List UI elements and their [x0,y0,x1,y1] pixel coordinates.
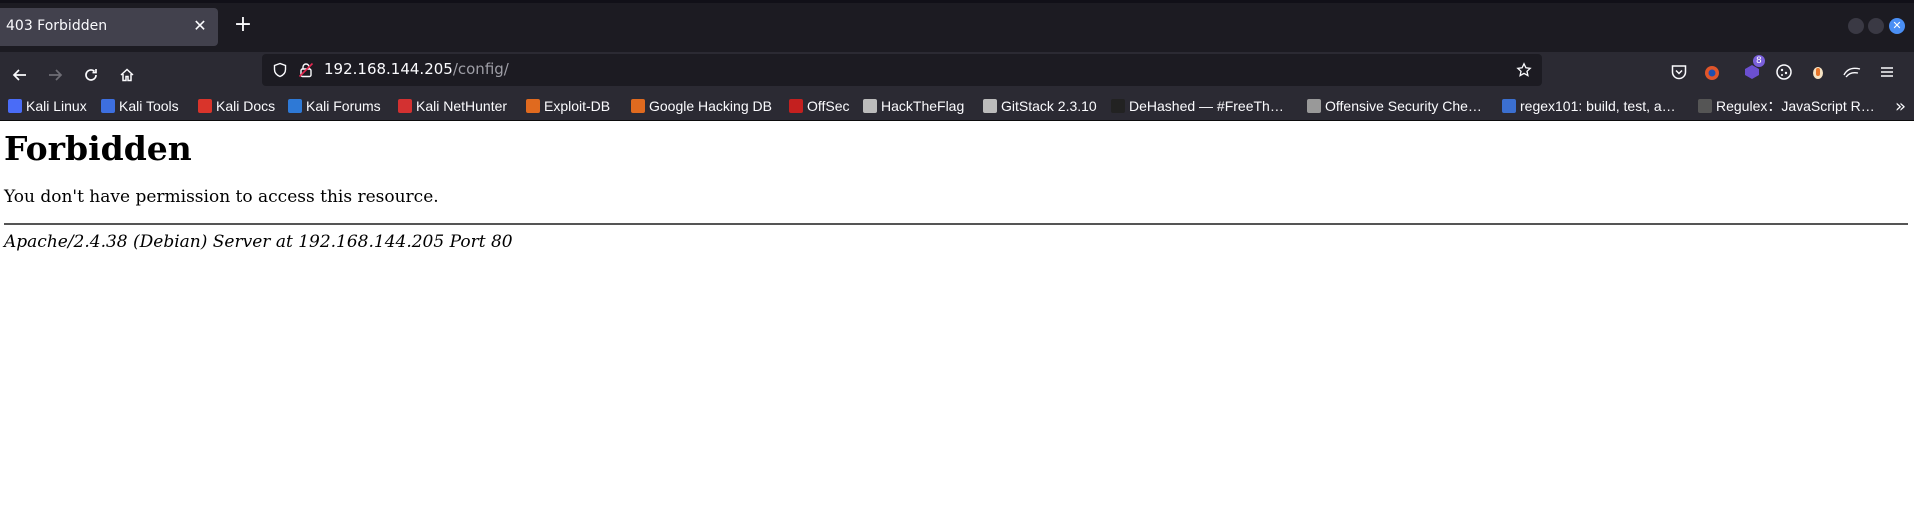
bookmark-dehashed[interactable]: DeHashed — #FreeTh… [1111,96,1284,116]
extension-badge: 8 [1753,55,1765,67]
bookmark-label: Exploit-DB [544,98,611,114]
dehashed-hash-icon [1111,99,1125,113]
kali-tools-icon [101,99,115,113]
foxyproxy-extension-icon[interactable] [1701,61,1723,83]
bookmark-google-hacking-db[interactable]: Google Hacking DB [631,96,772,116]
pocket-icon[interactable] [1668,61,1690,83]
bookmark-label: Regulex：JavaScript R… [1716,98,1875,114]
menu-hamburger-icon[interactable] [1876,61,1898,83]
bookmark-offsec[interactable]: OffSec [789,96,850,116]
home-button[interactable] [113,61,141,89]
globe-icon [983,99,997,113]
exploit-db-icon [526,99,540,113]
bookmark-label: Kali Tools [119,98,179,114]
bookmark-gitstack[interactable]: GitStack 2.3.10 [983,96,1097,116]
server-signature: Apache/2.4.38 (Debian) Server at 192.168… [4,232,513,252]
horizontal-rule [4,223,1908,225]
forward-arrow-icon [49,69,63,81]
bookmark-label: Kali NetHunter [416,98,508,114]
page-heading: Forbidden [4,129,192,168]
bookmark-label: OffSec [807,98,850,114]
bookmark-label: Kali Forums [306,98,381,114]
bookmark-kali-docs[interactable]: Kali Docs [198,96,275,116]
url-path: /config/ [452,60,509,78]
kali-nethunter-icon [398,99,412,113]
insecure-lock-icon[interactable] [296,60,316,80]
bookmark-exploit-db[interactable]: Exploit-DB [526,96,610,116]
regulex-icon [1698,99,1712,113]
bookmark-label: Kali Linux [26,98,87,114]
reload-button[interactable] [77,61,105,89]
home-icon [120,68,134,82]
url-bar[interactable]: 192.168.144.205/config/ [262,54,1542,86]
url-text[interactable]: 192.168.144.205/config/ [324,60,509,78]
bookmark-label: GitStack 2.3.10 [1001,98,1097,114]
bookmark-kali-nethunter[interactable]: Kali NetHunter [398,96,507,116]
back-arrow-icon [12,69,26,81]
maximize-button[interactable] [1868,18,1884,34]
bookmark-label: Offensive Security Che… [1325,98,1482,114]
cheatsheet-icon [1307,99,1321,113]
bookmark-label: regex101: build, test, a… [1520,98,1676,114]
bookmarks-toolbar: Kali Linux Kali Tools Kali Docs Kali For… [0,92,1914,121]
flag-icon [863,99,877,113]
new-tab-button[interactable]: + [229,12,257,40]
cookie-editor-icon[interactable] [1773,61,1795,83]
extension-with-badge-icon[interactable]: 8 [1741,55,1765,83]
bookmark-hacktheflag[interactable]: HackTheFlag [863,96,964,116]
bookmark-label: Kali Docs [216,98,276,114]
reload-icon [85,69,97,81]
bookmark-star-icon[interactable] [1514,60,1534,80]
tab-bar: 403 Forbidden ✕ + ✕ [0,0,1914,52]
back-button[interactable] [6,61,34,89]
tab-active[interactable]: 403 Forbidden ✕ [0,8,218,46]
bookmark-kali-forums[interactable]: Kali Forums [288,96,381,116]
regex101-icon [1502,99,1516,113]
hacktools-extension-icon[interactable] [1841,61,1863,83]
kali-forums-icon [288,99,302,113]
tab-title: 403 Forbidden [6,18,108,34]
page-content: Forbidden You don't have permission to a… [0,121,1914,505]
shield-icon[interactable] [270,60,290,80]
bookmark-regex101[interactable]: regex101: build, test, a… [1502,96,1676,116]
wappalyzer-extension-icon[interactable] [1807,61,1829,83]
bookmark-label: Google Hacking DB [649,98,772,114]
bookmark-kali-tools[interactable]: Kali Tools [101,96,179,116]
bookmarks-overflow-chevron-icon[interactable]: » [1895,96,1906,117]
offsec-icon [789,99,803,113]
bookmark-kali-linux[interactable]: Kali Linux [8,96,87,116]
forward-button[interactable] [41,61,69,89]
bookmark-offensive-security-cheatsheet[interactable]: Offensive Security Che… [1307,96,1482,116]
minimize-button[interactable] [1848,18,1864,34]
window-close-button[interactable]: ✕ [1889,18,1905,34]
kali-docs-icon [198,99,212,113]
url-host: 192.168.144.205 [324,60,453,78]
bookmark-label: DeHashed — #FreeTh… [1129,98,1284,114]
bookmark-regulex[interactable]: Regulex：JavaScript R… [1698,96,1875,116]
tab-close-icon[interactable]: ✕ [188,14,212,38]
kali-dragon-icon [8,99,22,113]
bookmark-label: HackTheFlag [881,98,965,114]
tab-bar-top-strip [0,0,1914,3]
google-hacking-db-icon [631,99,645,113]
forbidden-message: You don't have permission to access this… [4,187,439,207]
